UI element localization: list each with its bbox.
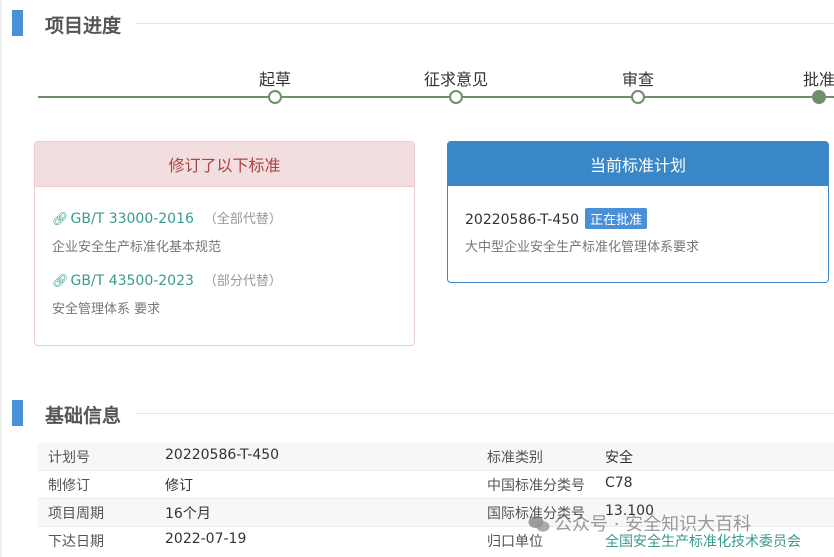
step-label-consultation: 征求意见 — [423, 70, 489, 89]
section-divider — [135, 23, 834, 24]
revised-standard-link-1[interactable]: 🔗︎ GB/T 33000-2016 （全部代替） — [52, 208, 282, 227]
progress-track — [38, 96, 834, 98]
step-dot-consultation — [449, 90, 463, 104]
current-plan-panel: 当前标准计划 20220586-T-450 正在批准 大中型企业安全生产标准化管理… — [447, 141, 829, 283]
current-plan-number-line: 20220586-T-450 正在批准 — [465, 208, 648, 229]
current-plan-number: 20220586-T-450 — [465, 212, 580, 228]
step-dot-drafting — [268, 90, 282, 104]
field-label: 项目周期 — [48, 506, 104, 522]
field-value: 修订 — [165, 478, 193, 494]
field-label: 中国标准分类号 — [487, 478, 585, 494]
link-icon: 🔗︎ — [52, 212, 69, 227]
revised-standard-link-2[interactable]: 🔗︎ GB/T 43500-2023 （部分代替） — [52, 270, 282, 289]
revised-standard-note: （全部代替） — [203, 212, 282, 227]
field-value: C78 — [605, 475, 633, 491]
step-label-review: 审查 — [621, 70, 655, 89]
revised-standards-panel: 修订了以下标准 🔗︎ GB/T 33000-2016 （全部代替） 企业安全生产标准… — [34, 141, 415, 346]
field-value: 16个月 — [165, 506, 211, 522]
wechat-icon — [528, 516, 550, 532]
section-divider — [135, 413, 834, 414]
left-edge — [0, 0, 2, 557]
revised-standard-desc: 企业安全生产标准化基本规范 — [52, 240, 222, 255]
field-value: 安全 — [605, 450, 633, 466]
revised-standard-desc: 安全管理体系 要求 — [52, 302, 161, 317]
step-dot-approval — [812, 90, 826, 104]
step-label-approval: 批准 — [802, 70, 834, 89]
basic-info-section-title: 基础信息 — [45, 405, 122, 427]
revised-standard-note: （部分代替） — [203, 274, 282, 289]
field-label: 制修订 — [48, 478, 90, 494]
field-value: 20220586-T-450 — [165, 447, 280, 463]
field-label: 下达日期 — [48, 534, 104, 550]
status-badge: 正在批准 — [585, 208, 648, 229]
field-label: 计划号 — [48, 450, 90, 466]
progress-section-title: 项目进度 — [45, 15, 122, 37]
watermark-text: 公众号 · 安全知识大百科 — [554, 514, 752, 535]
link-icon: 🔗︎ — [52, 274, 69, 289]
step-dot-review — [631, 90, 645, 104]
field-label: 标准类别 — [487, 450, 543, 466]
step-label-drafting: 起草 — [258, 70, 292, 89]
watermark: 公众号 · 安全知识大百科 — [528, 510, 751, 536]
revised-standard-code[interactable]: GB/T 33000-2016 — [71, 211, 194, 227]
current-plan-desc: 大中型企业安全生产标准化管理体系要求 — [465, 240, 700, 255]
table-row: 制修订 修订 中国标准分类号 C78 — [38, 471, 834, 499]
section-marker — [12, 10, 23, 36]
current-plan-header: 当前标准计划 — [448, 142, 828, 186]
revised-standards-header: 修订了以下标准 — [35, 142, 414, 187]
section-marker — [12, 400, 23, 426]
revised-standard-code[interactable]: GB/T 43500-2023 — [71, 273, 194, 289]
field-value: 2022-07-19 — [165, 531, 247, 547]
table-row: 计划号 20220586-T-450 标准类别 安全 — [38, 443, 834, 471]
